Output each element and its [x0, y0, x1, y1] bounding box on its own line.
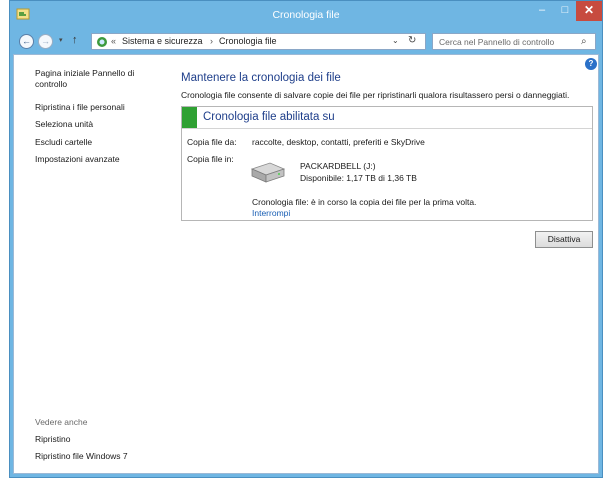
- breadcrumb-separator[interactable]: ›: [210, 36, 213, 46]
- breadcrumb-sistema-e-sicurezza[interactable]: Sistema e sicurezza: [122, 36, 203, 46]
- stop-backup-link[interactable]: Interrompi: [252, 208, 290, 218]
- maximize-button[interactable]: □: [554, 1, 576, 21]
- status-panel: Cronologia file abilitata su Copia file …: [181, 106, 593, 221]
- navigation-bar: ← → ▾ ↑ « Sistema e sicurezza › Cronolog…: [14, 31, 598, 51]
- address-bar[interactable]: « Sistema e sicurezza › Cronologia file …: [91, 33, 426, 50]
- back-button[interactable]: ←: [19, 34, 34, 49]
- sidebar-link-restore-files[interactable]: Ripristina i file personali: [35, 102, 125, 113]
- status-indicator: [182, 107, 197, 128]
- sidebar-link-advanced-settings[interactable]: Impostazioni avanzate: [35, 154, 120, 165]
- copy-to-label: Copia file in:: [187, 154, 234, 164]
- copy-from-value: raccolte, desktop, contatti, preferiti e…: [252, 137, 425, 147]
- search-placeholder: Cerca nel Pannello di controllo: [439, 37, 555, 47]
- title-bar[interactable]: Cronologia file – □ ✕: [10, 1, 602, 31]
- page-description: Cronologia file consente di salvare copi…: [181, 90, 570, 100]
- app-window: Cronologia file – □ ✕ ← → ▾ ↑ « Sistema …: [9, 0, 603, 478]
- see-also-link-recovery[interactable]: Ripristino: [35, 434, 70, 445]
- forward-button[interactable]: →: [38, 34, 53, 49]
- drive-space: Disponibile: 1,17 TB di 1,36 TB: [300, 173, 417, 183]
- see-also-link-windows7-recovery[interactable]: Ripristino file Windows 7: [35, 451, 128, 462]
- minimize-button[interactable]: –: [530, 1, 554, 21]
- close-button[interactable]: ✕: [576, 1, 602, 21]
- page-title: Mantenere la cronologia dei file: [181, 72, 341, 84]
- breadcrumb-cronologia-file[interactable]: Cronologia file: [219, 36, 277, 46]
- copy-from-label: Copia file da:: [187, 137, 237, 147]
- address-dropdown-icon[interactable]: ⌄: [392, 36, 399, 45]
- sidebar-link-select-drive[interactable]: Seleziona unità: [35, 119, 93, 130]
- content-area: Pagina iniziale Pannello di controllo Ri…: [13, 54, 599, 474]
- status-header: Cronologia file abilitata su: [182, 107, 592, 129]
- search-box[interactable]: Cerca nel Pannello di controllo ⌕: [432, 33, 596, 50]
- address-overflow-chevron[interactable]: «: [111, 36, 116, 46]
- backup-progress-text: Cronologia file: è in corso la copia dei…: [252, 197, 477, 207]
- up-level-button[interactable]: ↑: [72, 34, 78, 46]
- see-also-header: Vedere anche: [35, 417, 88, 427]
- window-title: Cronologia file: [272, 9, 340, 21]
- recent-locations-dropdown-icon[interactable]: ▾: [59, 36, 63, 44]
- sidebar-link-control-panel-home[interactable]: Pagina iniziale Pannello di controllo: [35, 68, 153, 90]
- sidebar-link-exclude-folders[interactable]: Escludi cartelle: [35, 137, 92, 148]
- external-drive-icon: [250, 162, 286, 183]
- disable-button[interactable]: Disattiva: [535, 231, 593, 248]
- drive-name: PACKARDBELL (J:): [300, 161, 376, 171]
- control-panel-icon: [97, 37, 107, 47]
- search-icon[interactable]: ⌕: [581, 36, 587, 47]
- sidebar: Pagina iniziale Pannello di controllo Ri…: [14, 55, 164, 473]
- refresh-icon[interactable]: ↻: [408, 35, 416, 46]
- help-icon[interactable]: ?: [585, 58, 597, 70]
- status-text: Cronologia file abilitata su: [203, 111, 335, 123]
